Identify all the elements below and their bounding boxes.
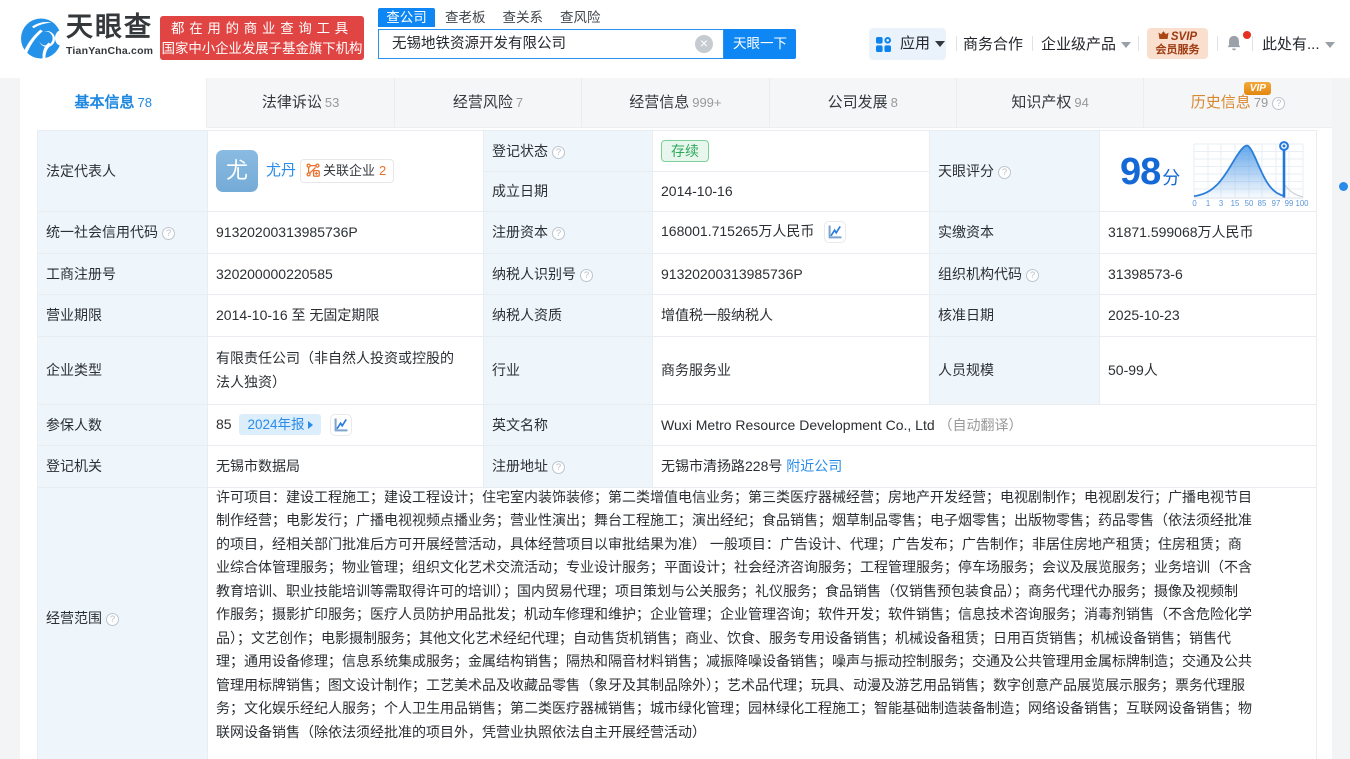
svg-text:99: 99 xyxy=(1285,199,1294,207)
svg-text:0: 0 xyxy=(1192,199,1197,207)
svg-text:1: 1 xyxy=(1206,199,1210,207)
svg-text:50: 50 xyxy=(1245,199,1254,207)
svg-text:100: 100 xyxy=(1295,199,1309,207)
svg-text:85: 85 xyxy=(1258,199,1267,207)
svg-text:97: 97 xyxy=(1272,199,1281,207)
svg-text:15: 15 xyxy=(1231,199,1240,207)
svg-text:3: 3 xyxy=(1219,199,1223,207)
